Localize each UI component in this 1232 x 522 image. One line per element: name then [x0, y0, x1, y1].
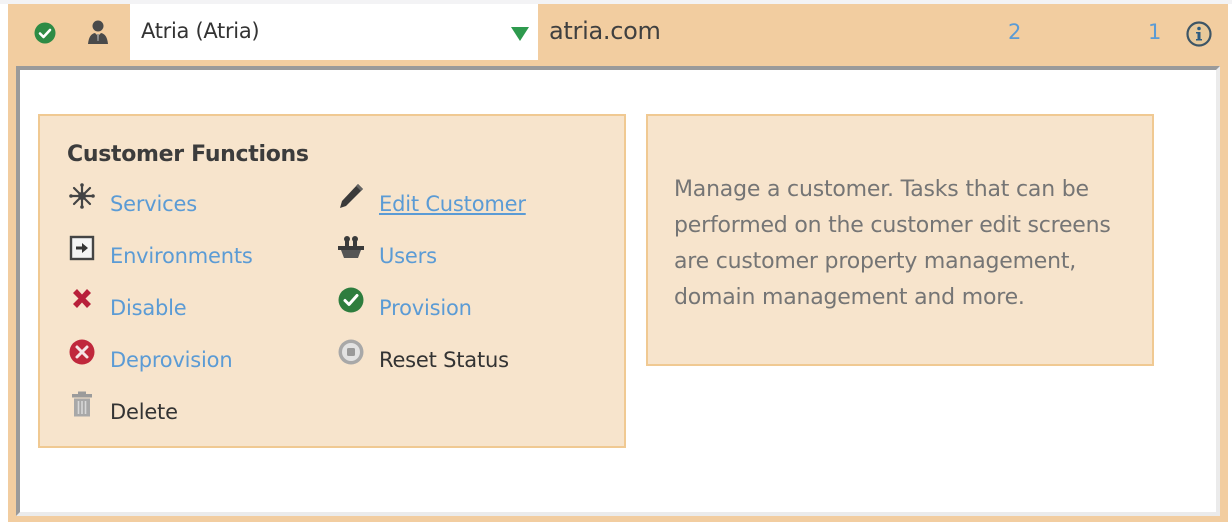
user-icon — [88, 20, 108, 44]
check-circle-icon — [34, 22, 56, 44]
count-link-a[interactable]: 2 — [1008, 20, 1021, 44]
users-icon — [338, 236, 364, 258]
customer-domain: atria.com — [549, 17, 661, 45]
description-card: Manage a customer. Tasks that can be per… — [646, 114, 1154, 366]
customer-functions-card: Customer Functions Services Environments — [38, 114, 626, 448]
stop-circle-icon — [338, 339, 364, 365]
customer-row-header: Atria (Atria) atria.com 2 1 — [8, 4, 1228, 60]
x-icon — [73, 289, 91, 308]
trash-icon — [72, 391, 92, 417]
customer-select-value: Atria (Atria) — [141, 19, 260, 43]
info-icon[interactable] — [1185, 20, 1213, 48]
x-circle-icon — [69, 339, 95, 365]
services-icon — [69, 183, 95, 209]
pencil-icon — [340, 184, 363, 208]
count-link-b[interactable]: 1 — [1148, 20, 1161, 44]
function-label[interactable]: Edit Customer — [379, 192, 526, 216]
dropdown-arrow-icon[interactable] — [510, 26, 530, 42]
function-label[interactable]: Reset Status — [379, 348, 509, 372]
function-label[interactable]: Provision — [379, 296, 472, 320]
function-label[interactable]: Disable — [110, 296, 187, 320]
function-label[interactable]: Environments — [110, 244, 253, 268]
customer-select[interactable]: Atria (Atria) — [130, 4, 538, 60]
function-label[interactable]: Deprovision — [110, 348, 233, 372]
function-label[interactable]: Services — [110, 192, 197, 216]
function-label[interactable]: Delete — [110, 400, 178, 424]
check-circle-icon — [338, 287, 364, 313]
description-text: Manage a customer. Tasks that can be per… — [674, 177, 1111, 310]
function-label[interactable]: Users — [379, 244, 437, 268]
environment-arrow-icon — [69, 235, 95, 261]
customer-functions-title: Customer Functions — [67, 142, 309, 167]
